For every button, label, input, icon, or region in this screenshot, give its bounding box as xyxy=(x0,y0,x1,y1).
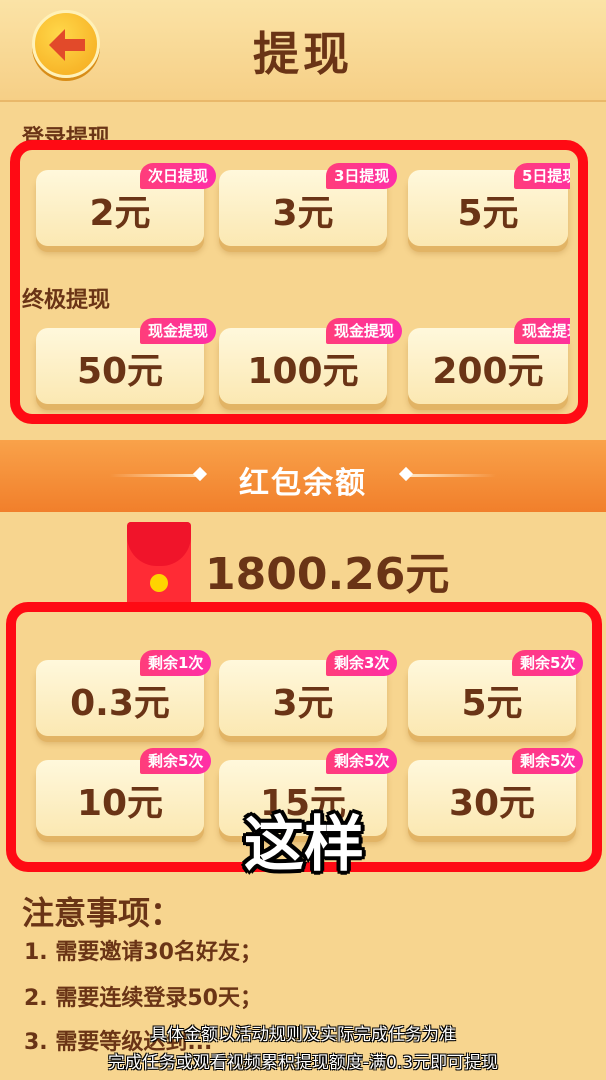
video-subtitle-line-1: 具体金额以活动规则及实际完成任务为准 xyxy=(150,1025,456,1045)
balance-title: 红包余额 xyxy=(239,466,367,501)
video-subtitle-line-2: 完成任务或观看视频累积提现额度-满0.3元即可提现 xyxy=(107,1053,499,1073)
page-title: 提现 xyxy=(253,27,353,81)
envelope-coin xyxy=(150,574,168,592)
note-item: 2. 需要连续登录50天； xyxy=(24,986,262,1011)
overlay-caption: 这样 xyxy=(244,810,364,880)
notes-title: 注意事项： xyxy=(22,894,183,932)
note-item: 1. 需要邀请30名好友； xyxy=(24,940,262,965)
balance-amount: 1800.26元 xyxy=(205,549,450,600)
highlight-box-top xyxy=(10,140,588,424)
